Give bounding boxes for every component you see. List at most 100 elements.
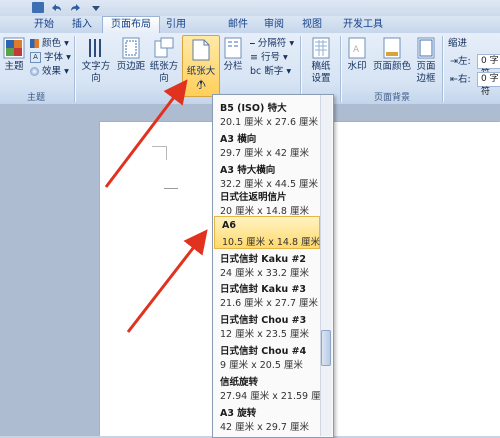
menu-item-title: 日式信封 Chou #4 bbox=[220, 346, 307, 357]
menu-item-dims: 12 厘米 x 23.5 厘米 bbox=[220, 329, 309, 340]
theme-effects-button[interactable]: 效果 ▾ bbox=[30, 66, 69, 78]
themes-label: 主题 bbox=[4, 61, 24, 72]
breaks-icon: ⎯ bbox=[250, 38, 255, 49]
indent-left-field[interactable]: 0 字符 bbox=[477, 54, 500, 79]
themes-button[interactable]: 主题 bbox=[1, 37, 27, 77]
tab-view[interactable]: 视图 bbox=[296, 17, 328, 33]
size-dropdown-icon: ▾ bbox=[198, 78, 203, 87]
menu-item-chou-3[interactable]: 日式信封 Chou #3 12 厘米 x 23.5 厘米 bbox=[213, 309, 321, 340]
tab-review[interactable]: 审阅 bbox=[258, 17, 290, 33]
indent-heading: 缩进 bbox=[448, 38, 468, 49]
orientation-button[interactable]: 纸张方向 bbox=[146, 37, 182, 85]
page-borders-label: 页面边框 bbox=[416, 61, 436, 84]
tab-mailings[interactable]: 邮件 bbox=[222, 17, 254, 33]
menu-item-a6[interactable]: A6 10.5 厘米 x 14.8 厘米 bbox=[214, 216, 320, 249]
menu-item-japanese-postcard[interactable]: 日式往返明信片 20 厘米 x 14.8 厘米 bbox=[213, 186, 321, 217]
paper-size-menu: B5 (ISO) 特大 20.1 厘米 x 27.6 厘米 A3 横向 29.7… bbox=[212, 94, 334, 438]
text-direction-button[interactable]: 文字方向 bbox=[78, 37, 114, 85]
tab-developer[interactable]: 开发工具 bbox=[334, 17, 392, 33]
hyphenation-icon: bc bbox=[250, 66, 262, 77]
line-numbers-label: 行号 bbox=[261, 52, 281, 63]
menu-item-a3-landscape[interactable]: A3 横向 29.7 厘米 x 42 厘米 bbox=[213, 128, 321, 159]
indent-left-label: ⇥左: bbox=[450, 56, 471, 68]
menu-item-letter-rotated[interactable]: 信纸旋转 27.94 厘米 x 21.59 厘米 bbox=[213, 371, 330, 402]
text-line bbox=[164, 188, 178, 189]
line-numbers-button[interactable]: ≡ 行号 ▾ bbox=[250, 52, 288, 64]
page-size-icon bbox=[192, 39, 210, 61]
margin-corner-mark bbox=[152, 146, 166, 147]
quick-access-toolbar bbox=[20, 1, 110, 14]
group-divider bbox=[442, 36, 443, 102]
group-divider bbox=[300, 36, 301, 102]
draft-paper-icon bbox=[312, 37, 330, 59]
theme-fonts-label: 字体 bbox=[44, 52, 64, 63]
redo-icon[interactable] bbox=[70, 2, 82, 13]
menu-item-dims: 21.6 厘米 x 27.7 厘米 bbox=[220, 298, 319, 309]
margins-button[interactable]: 页边距 bbox=[116, 37, 146, 73]
text-direction-label: 文字方向 bbox=[81, 61, 111, 84]
margins-icon bbox=[122, 37, 140, 59]
menu-item-dims: 20.1 厘米 x 27.6 厘米 bbox=[220, 117, 319, 128]
menu-item-title: A3 横向 bbox=[220, 134, 257, 145]
effects-icon bbox=[30, 67, 39, 76]
menu-item-title: 日式信封 Chou #3 bbox=[220, 315, 307, 326]
menu-item-b5-iso-extra[interactable]: B5 (ISO) 特大 20.1 厘米 x 27.6 厘米 bbox=[213, 97, 321, 128]
margin-corner-mark bbox=[166, 146, 167, 160]
menu-scrollbar-thumb[interactable] bbox=[321, 330, 331, 366]
page-color-button[interactable]: 页面颜色 bbox=[372, 37, 412, 73]
theme-fonts-button[interactable]: A 字体 ▾ bbox=[30, 52, 71, 64]
undo-icon[interactable] bbox=[50, 2, 62, 13]
page-color-label: 页面颜色 bbox=[372, 61, 411, 72]
theme-colors-label: 颜色 bbox=[42, 38, 62, 49]
draft-paper-label: 稿纸设置 bbox=[311, 61, 331, 84]
menu-item-dims: 10.5 厘米 x 14.8 厘米 bbox=[222, 237, 321, 248]
watermark-icon: A bbox=[348, 37, 366, 59]
themes-icon bbox=[3, 37, 25, 59]
themes-group-label: 主题 bbox=[26, 93, 45, 103]
columns-button[interactable]: 分栏 bbox=[222, 37, 244, 73]
watermark-button[interactable]: A 水印 bbox=[344, 37, 370, 73]
menu-item-chou-4[interactable]: 日式信封 Chou #4 9 厘米 x 20.5 厘米 bbox=[213, 340, 321, 371]
columns-label: 分栏 bbox=[223, 61, 243, 72]
page-background-group-label: 页面背景 bbox=[373, 93, 410, 103]
theme-effects-label: 效果 bbox=[42, 66, 62, 77]
menu-item-title: A3 特大横向 bbox=[220, 165, 276, 176]
menu-scrollbar[interactable] bbox=[320, 95, 332, 436]
size-button[interactable]: 纸张大小 ▾ bbox=[182, 35, 220, 97]
breaks-label: 分隔符 bbox=[257, 38, 287, 49]
indent-right-text: 右: bbox=[457, 74, 471, 85]
hyphenation-button[interactable]: bc 断字 ▾ bbox=[250, 66, 291, 78]
colors-icon bbox=[30, 39, 39, 48]
indent-right-icon: ⇤ bbox=[450, 74, 458, 85]
menu-item-dims: 42 厘米 x 29.7 厘米 bbox=[220, 422, 309, 433]
tab-home[interactable]: 开始 bbox=[26, 17, 62, 33]
menu-item-kaku-2[interactable]: 日式信封 Kaku #2 24 厘米 x 33.2 厘米 bbox=[213, 248, 321, 279]
tab-insert[interactable]: 插入 bbox=[66, 17, 98, 33]
margins-label: 页边距 bbox=[116, 61, 146, 72]
theme-colors-button[interactable]: 颜色 ▾ bbox=[30, 38, 69, 50]
breaks-button[interactable]: ⎯ 分隔符 ▾ bbox=[250, 38, 294, 50]
menu-item-title: 日式信封 Kaku #3 bbox=[220, 284, 307, 295]
group-divider bbox=[340, 36, 341, 102]
page-borders-button[interactable]: 页面边框 bbox=[412, 37, 440, 85]
tab-references[interactable]: 引用 bbox=[160, 17, 192, 33]
menu-item-dims: 27.94 厘米 x 21.59 厘米 bbox=[220, 391, 331, 402]
menu-item-dims: 24 厘米 x 33.2 厘米 bbox=[220, 268, 309, 279]
indent-left-icon: ⇥ bbox=[450, 56, 458, 67]
menu-item-title: 日式往返明信片 bbox=[220, 192, 287, 203]
orientation-icon bbox=[154, 37, 174, 58]
indent-right-field[interactable]: 0 字符 bbox=[477, 72, 500, 97]
menu-item-title: 信纸旋转 bbox=[220, 377, 259, 388]
indent-left-text: 左: bbox=[457, 56, 471, 67]
menu-item-a3-rotated[interactable]: A3 旋转 42 厘米 x 29.7 厘米 bbox=[213, 402, 321, 433]
draft-paper-button[interactable]: 稿纸设置 bbox=[306, 37, 336, 85]
page-borders-icon bbox=[417, 37, 435, 59]
orientation-label: 纸张方向 bbox=[149, 61, 179, 84]
customize-dropdown-icon[interactable] bbox=[90, 2, 102, 13]
menu-item-title: B5 (ISO) 特大 bbox=[220, 103, 287, 114]
menu-item-title: A6 bbox=[222, 220, 236, 231]
text-direction-icon bbox=[89, 39, 101, 57]
save-icon[interactable] bbox=[32, 2, 44, 13]
columns-icon bbox=[224, 37, 242, 59]
menu-item-kaku-3[interactable]: 日式信封 Kaku #3 21.6 厘米 x 27.7 厘米 bbox=[213, 278, 321, 309]
